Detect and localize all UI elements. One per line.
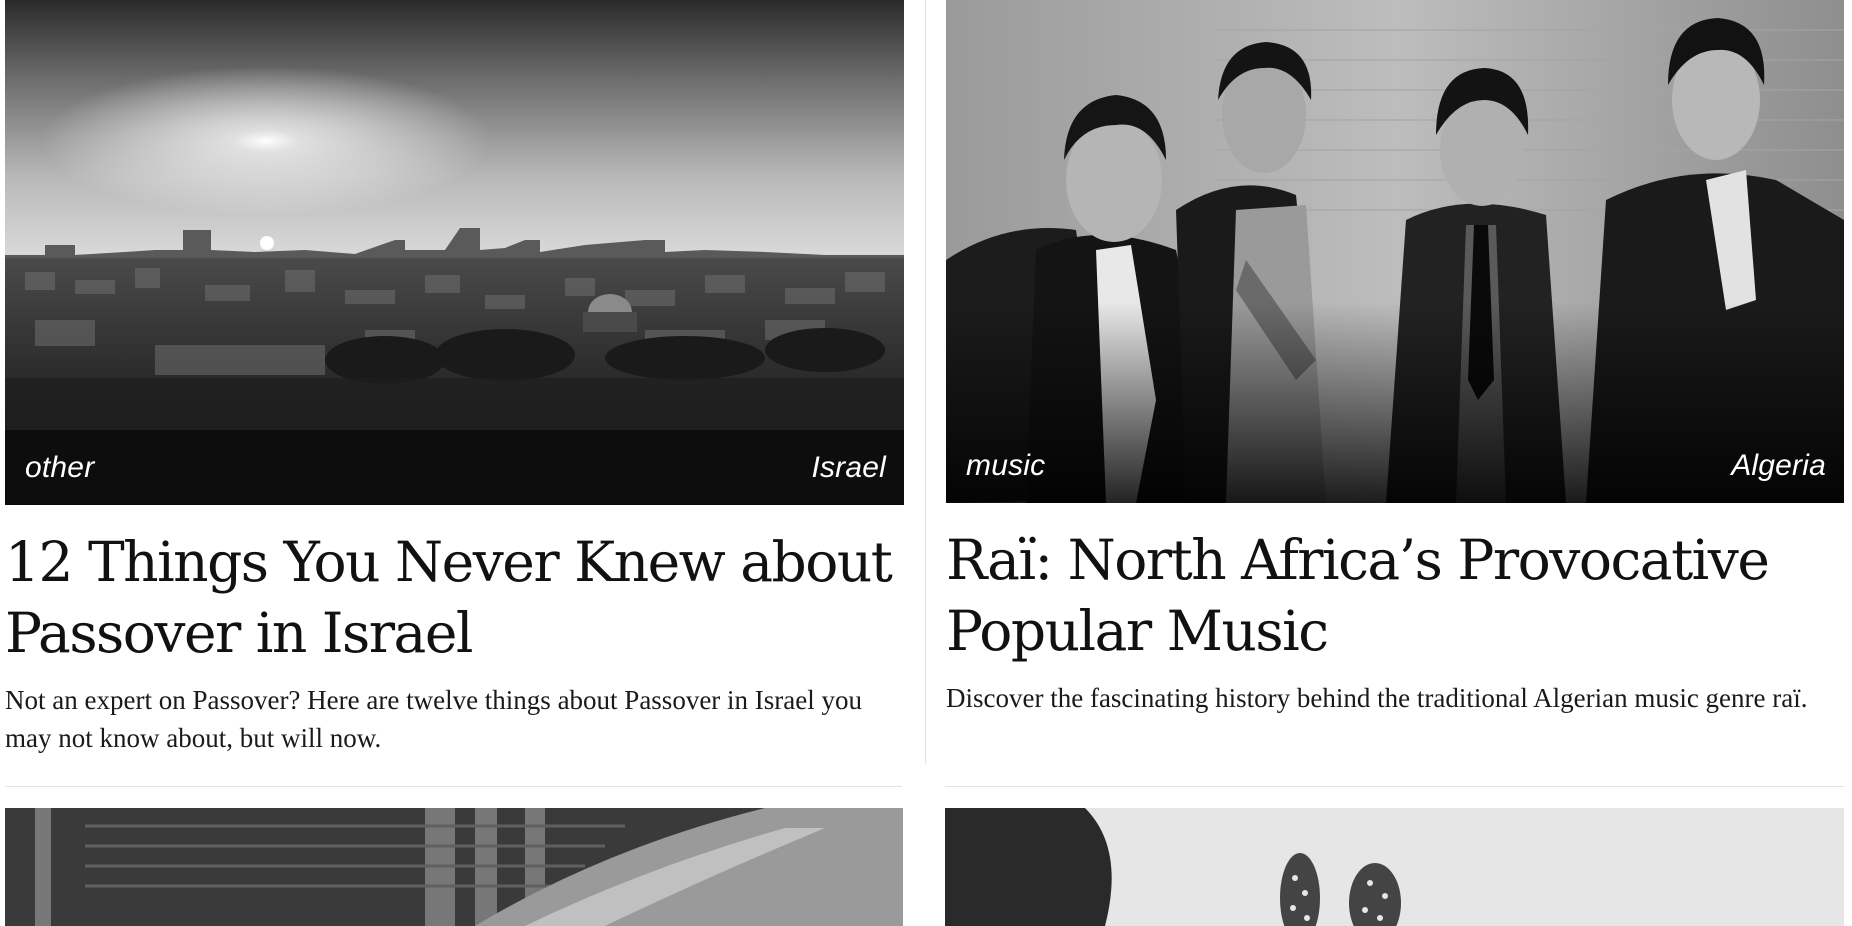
- article-description: Not an expert on Passover? Here are twel…: [5, 685, 862, 753]
- next-article-image[interactable]: [945, 808, 1844, 926]
- article-description: Discover the fascinating history behind …: [946, 683, 1808, 713]
- row-divider: [945, 786, 1844, 787]
- article-category-tag[interactable]: music: [966, 449, 1045, 483]
- article-country-tag[interactable]: Israel: [811, 451, 886, 485]
- article-card-rai-music[interactable]: music Algeria Raï: North Africa’s Provoc…: [946, 0, 1844, 717]
- sculpture-outdoor-photo: [945, 808, 1844, 926]
- article-category-tag[interactable]: other: [25, 451, 94, 485]
- article-card-passover[interactable]: other Israel 12 Things You Never Knew ab…: [5, 0, 904, 757]
- rai-musicians-photo: [946, 0, 1844, 503]
- article-image-jerusalem-skyline[interactable]: other Israel: [5, 0, 904, 505]
- article-title[interactable]: 12 Things You Never Knew about Passover …: [5, 527, 904, 669]
- article-grid: other Israel 12 Things You Never Knew ab…: [0, 0, 1852, 926]
- row-divider: [5, 786, 902, 787]
- next-article-image[interactable]: [5, 808, 903, 926]
- article-image-rai-musicians[interactable]: music Algeria: [946, 0, 1844, 503]
- article-title[interactable]: Raï: North Africa’s Provocative Popular …: [946, 525, 1844, 667]
- article-country-tag[interactable]: Algeria: [1731, 449, 1826, 483]
- jerusalem-skyline-photo: [5, 0, 904, 505]
- temple-interior-photo: [5, 808, 903, 926]
- column-divider: [925, 0, 926, 764]
